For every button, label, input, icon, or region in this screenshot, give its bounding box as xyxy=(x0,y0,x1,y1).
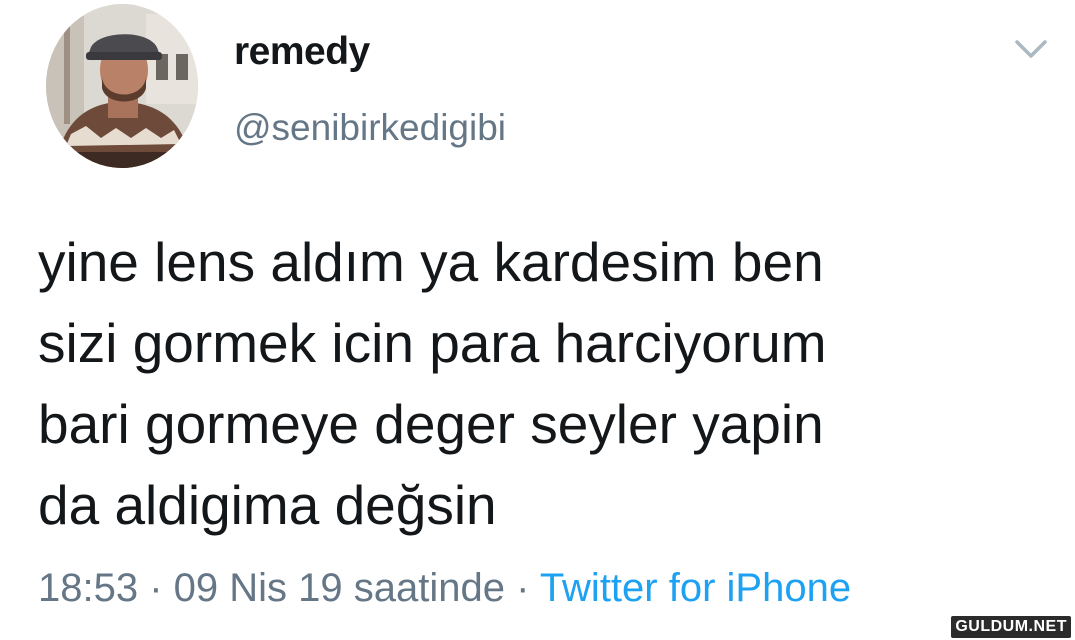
avatar[interactable] xyxy=(46,4,198,168)
meta-separator: · xyxy=(504,566,540,610)
author-display-name[interactable]: remedy xyxy=(234,30,370,74)
tweet-text: yine lens aldım ya kardesim ben sizi gor… xyxy=(38,222,1048,546)
watermark-logo: GULDUM.NET xyxy=(951,616,1071,638)
tweet-date[interactable]: 09 Nis 19 saatinde xyxy=(174,566,505,610)
tweet-text-line: bari gormeye deger seyler yapin xyxy=(38,393,824,455)
tweet-text-line: yine lens aldım ya kardesim ben xyxy=(38,231,824,293)
chevron-down-icon[interactable] xyxy=(1013,36,1049,62)
author-handle[interactable]: @senibirkedigibi xyxy=(234,107,506,149)
meta-separator: · xyxy=(138,566,174,610)
tweet-text-line: da aldigima değsin xyxy=(38,474,497,536)
tweet-text-line: sizi gormek icin para harciyorum xyxy=(38,312,827,374)
tweet-time[interactable]: 18:53 xyxy=(38,566,138,610)
tweet-source-link[interactable]: Twitter for iPhone xyxy=(540,566,851,610)
tweet-metadata: 18:53 · 09 Nis 19 saatinde · Twitter for… xyxy=(38,566,851,611)
avatar-image xyxy=(46,4,198,168)
